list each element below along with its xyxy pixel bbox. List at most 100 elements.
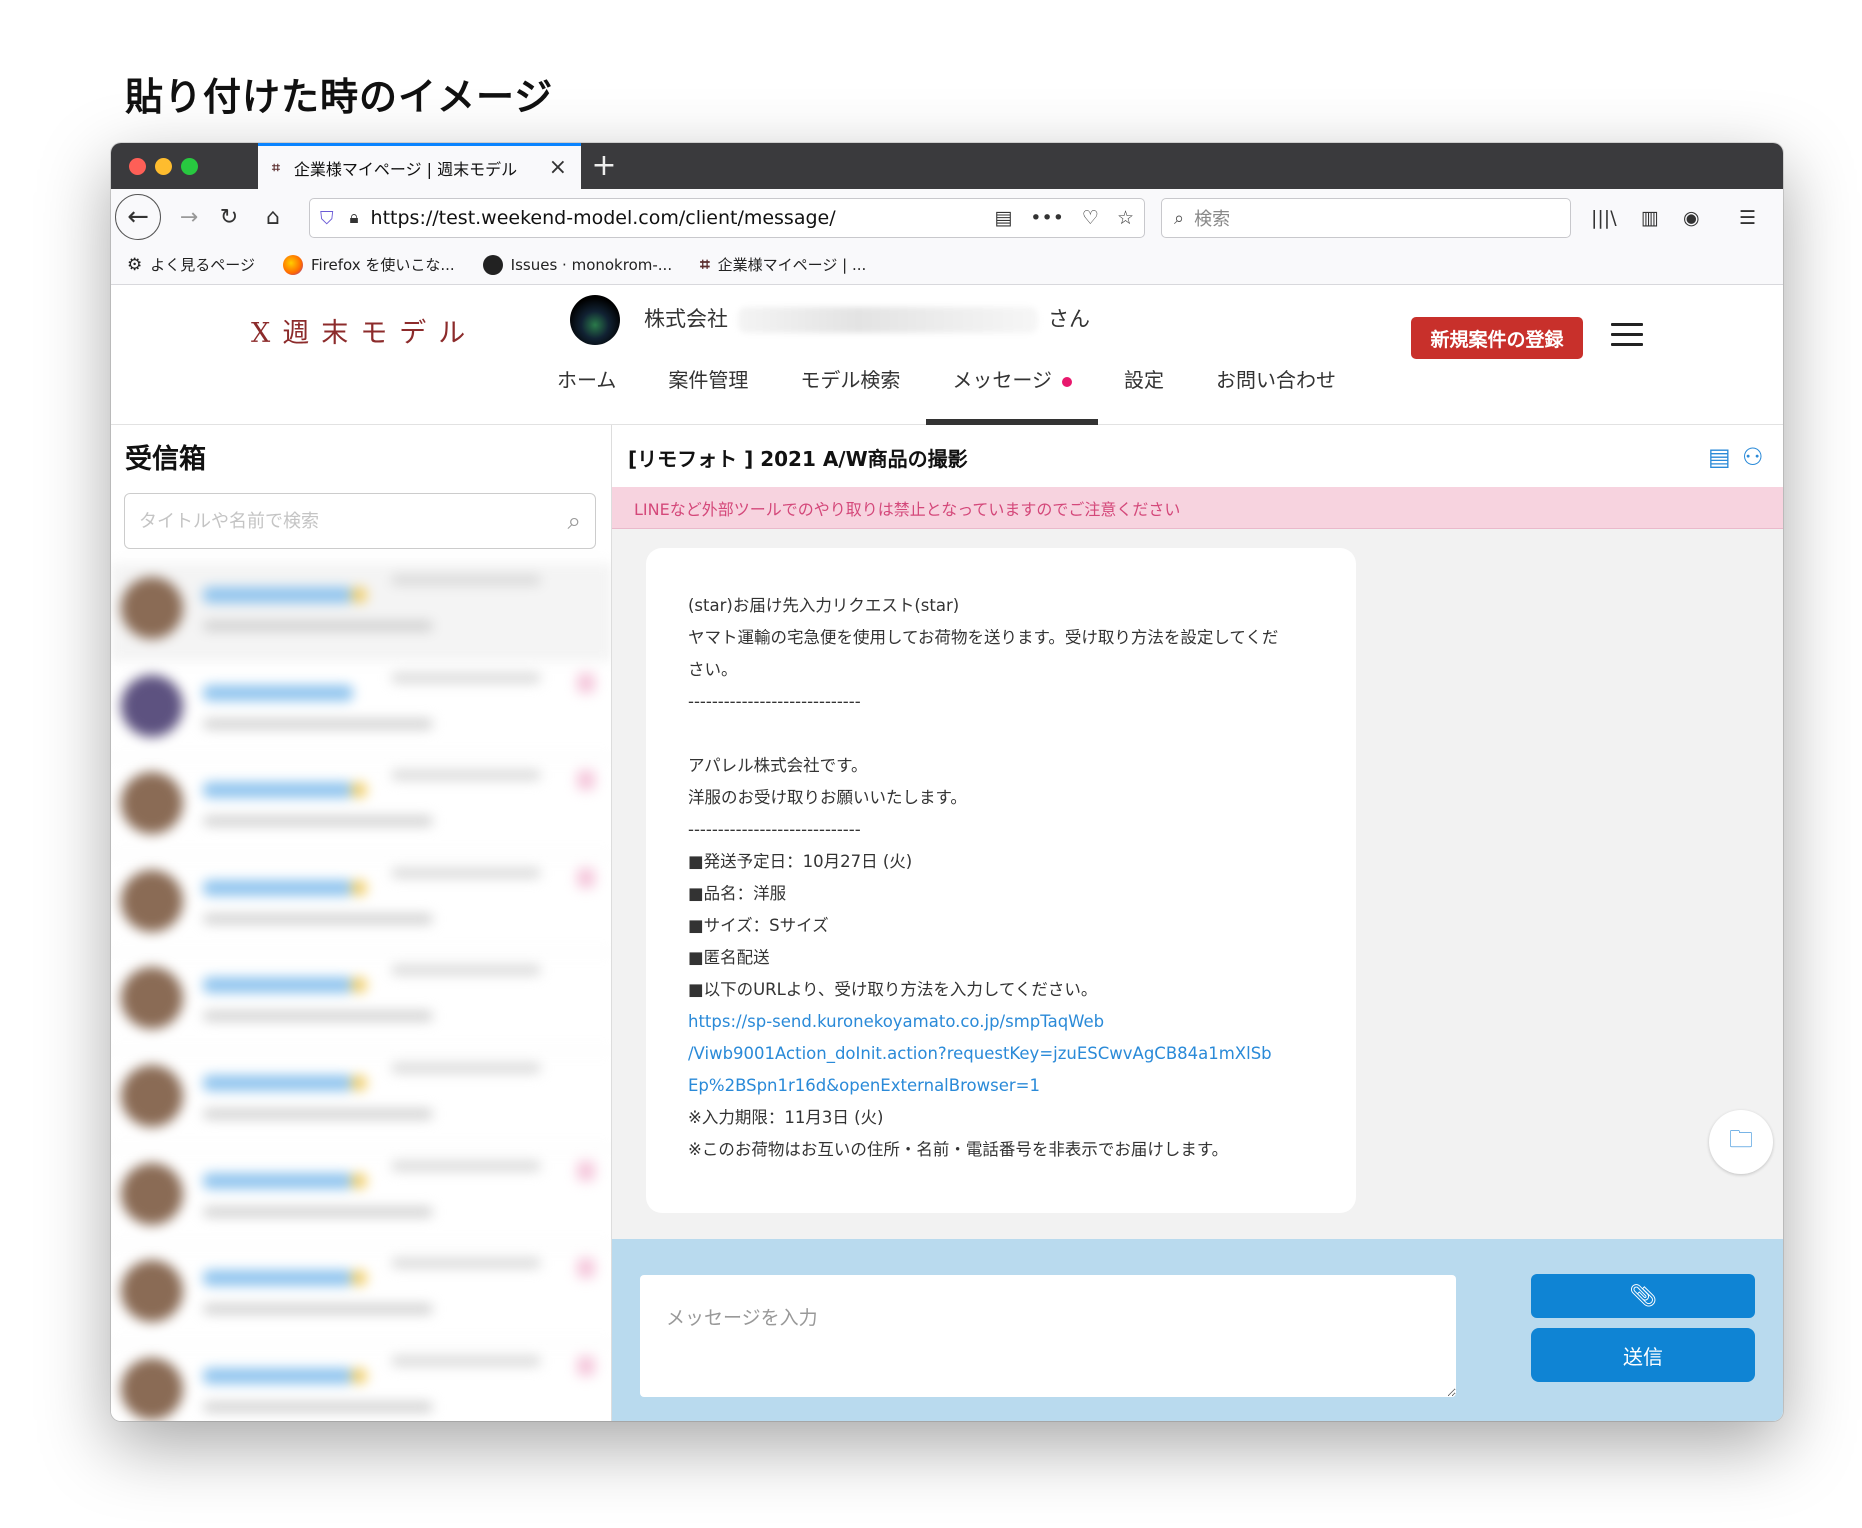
nav-messages[interactable]: メッセージ xyxy=(926,355,1098,425)
list-item[interactable] xyxy=(111,856,611,954)
page-heading: 貼り付けた時のイメージ xyxy=(125,75,554,119)
thread-snippet xyxy=(203,1108,433,1119)
thread-date xyxy=(391,672,541,683)
list-item[interactable] xyxy=(111,1051,611,1149)
tab-close-icon[interactable]: × xyxy=(549,155,567,180)
message-link[interactable]: https://sp-send.kuronekoyamato.co.jp/smp… xyxy=(688,1006,1314,1102)
nav-messages-label: メッセージ xyxy=(952,368,1053,392)
list-item[interactable] xyxy=(111,1246,611,1344)
send-button[interactable]: 送信 xyxy=(1531,1328,1755,1382)
unread-badge xyxy=(577,1355,595,1376)
bookmark-label: Firefox を使いこな... xyxy=(310,256,455,274)
bookmark-most-visited[interactable]: ⚙ よく見るページ xyxy=(127,254,255,275)
sidebar-icon[interactable]: ▥ xyxy=(1641,207,1659,229)
search-icon[interactable]: ⌕ xyxy=(568,507,581,535)
thread-name xyxy=(203,684,353,701)
bookmark-mypage[interactable]: ⌗ 企業様マイページ | ... xyxy=(700,254,866,275)
search-icon: ⌕ xyxy=(1174,207,1185,229)
thread-snippet xyxy=(203,1304,433,1315)
bookmark-issues[interactable]: Issues · monokrom-... xyxy=(482,254,673,275)
close-window-button[interactable] xyxy=(129,158,146,175)
url-text[interactable]: https://test.weekend-model.com/client/me… xyxy=(371,207,977,229)
reload-button[interactable]: ↻ xyxy=(209,197,249,237)
flag-icon xyxy=(351,1074,367,1091)
menu-icon[interactable]: ☰ xyxy=(1739,207,1756,229)
tab-title: 企業様マイページ | 週末モデル xyxy=(293,159,518,179)
folder-icon[interactable]: 🗀 xyxy=(1709,1110,1773,1174)
main-nav: ホーム 案件管理 モデル検索 メッセージ 設定 お問い合わせ xyxy=(531,355,1362,425)
new-project-button[interactable]: 新規案件の登録 xyxy=(1411,317,1583,359)
forward-button[interactable]: → xyxy=(169,197,209,237)
home-button[interactable]: ⌂ xyxy=(253,197,293,237)
attach-button[interactable]: 📎︎ xyxy=(1531,1274,1755,1318)
account-icon[interactable]: ◉ xyxy=(1683,207,1700,229)
page-actions-icon[interactable]: ••• xyxy=(1030,207,1064,229)
flag-icon xyxy=(351,977,367,994)
message-link-line[interactable]: /Viwb9001Action_doInit.action?requestKey… xyxy=(688,1038,1314,1070)
lock-icon[interactable]: 🔒︎ xyxy=(350,208,359,228)
unread-badge xyxy=(577,867,595,888)
paperclip-icon: 📎︎ xyxy=(1629,1283,1657,1309)
notification-dot xyxy=(1062,376,1073,387)
thread-date xyxy=(391,575,541,585)
avatar xyxy=(121,674,183,737)
bookmark-star-icon[interactable]: ☆ xyxy=(1117,207,1134,229)
flag-icon xyxy=(351,1367,367,1384)
message-line: さい。 xyxy=(688,660,738,679)
message-link-line[interactable]: https://sp-send.kuronekoyamato.co.jp/smp… xyxy=(688,1006,1314,1038)
pocket-icon[interactable]: ♡ xyxy=(1082,207,1099,229)
gear-icon: ⚙ xyxy=(127,254,143,275)
url-bar[interactable]: ⛉ 🔒︎ https://test.weekend-model.com/clie… xyxy=(309,198,1145,238)
site-favicon-icon: ⌗ xyxy=(272,159,280,176)
library-icon[interactable]: |||\ xyxy=(1591,207,1617,229)
user-icon[interactable]: ⚇ xyxy=(1742,443,1764,471)
company-avatar[interactable] xyxy=(570,295,620,345)
message-line: (star)お届け先入力リクエスト(star) xyxy=(688,596,960,615)
message-line: ■品名：洋服 xyxy=(688,884,787,903)
bookmark-firefox[interactable]: Firefox を使いこな... xyxy=(282,254,455,275)
browser-tab[interactable]: ⌗ 企業様マイページ | 週末モデル × xyxy=(258,143,581,189)
inbox-search-input[interactable] xyxy=(139,510,568,532)
thread-name xyxy=(203,1172,353,1189)
thread-snippet xyxy=(203,718,433,729)
new-tab-button[interactable]: + xyxy=(579,145,629,187)
back-button[interactable]: ← xyxy=(115,194,161,240)
avatar xyxy=(121,1162,183,1225)
thread-date xyxy=(391,867,541,878)
reader-view-icon[interactable]: ▤ xyxy=(994,207,1012,229)
list-item[interactable] xyxy=(111,953,611,1051)
tracking-shield-icon[interactable]: ⛉ xyxy=(320,208,334,229)
site-header: Ⅹ週末モデル 株式会社 さん 新規案件の登録 ホーム 案件管理 モデル検索 メッセ… xyxy=(111,285,1783,425)
search-bar[interactable]: ⌕ 検索 xyxy=(1161,198,1571,238)
zoom-window-button[interactable] xyxy=(181,158,198,175)
nav-model-search[interactable]: モデル検索 xyxy=(774,355,926,425)
flag-icon xyxy=(351,782,367,799)
inbox-search[interactable]: ⌕ xyxy=(124,493,596,549)
thread-name xyxy=(203,977,353,994)
message-input[interactable] xyxy=(640,1275,1456,1397)
nav-home[interactable]: ホーム xyxy=(531,355,642,425)
bookmark-label: Issues · monokrom-... xyxy=(510,255,673,274)
thread-name xyxy=(203,782,353,799)
nav-projects[interactable]: 案件管理 xyxy=(642,355,774,425)
list-item[interactable] xyxy=(111,661,611,759)
list-item[interactable] xyxy=(111,758,611,856)
nav-settings[interactable]: 設定 xyxy=(1098,355,1190,425)
message-link-line[interactable]: Ep%2BSpn1r16d&openExternalBrowser=1 xyxy=(688,1070,1314,1102)
site-logo[interactable]: Ⅹ週末モデル xyxy=(251,311,477,350)
message-line xyxy=(688,718,1314,750)
thread-name xyxy=(203,587,353,603)
site-favicon-icon: ⌗ xyxy=(700,254,710,275)
list-item[interactable] xyxy=(111,563,611,661)
message-line: ----------------------------- xyxy=(688,820,861,839)
list-item[interactable] xyxy=(111,1344,611,1421)
thread-date xyxy=(391,965,541,976)
document-icon[interactable]: ▤ xyxy=(1708,443,1731,471)
unread-badge xyxy=(577,770,595,791)
list-item[interactable] xyxy=(111,1149,611,1247)
message-body: (star)お届け先入力リクエスト(star) ヤマト運輸の宅急便を使用してお荷物… xyxy=(688,590,1314,1006)
nav-contact[interactable]: お問い合わせ xyxy=(1190,355,1362,425)
hamburger-menu-icon[interactable] xyxy=(1611,323,1643,353)
minimize-window-button[interactable] xyxy=(155,158,172,175)
inbox-title: 受信箱 xyxy=(125,444,206,475)
